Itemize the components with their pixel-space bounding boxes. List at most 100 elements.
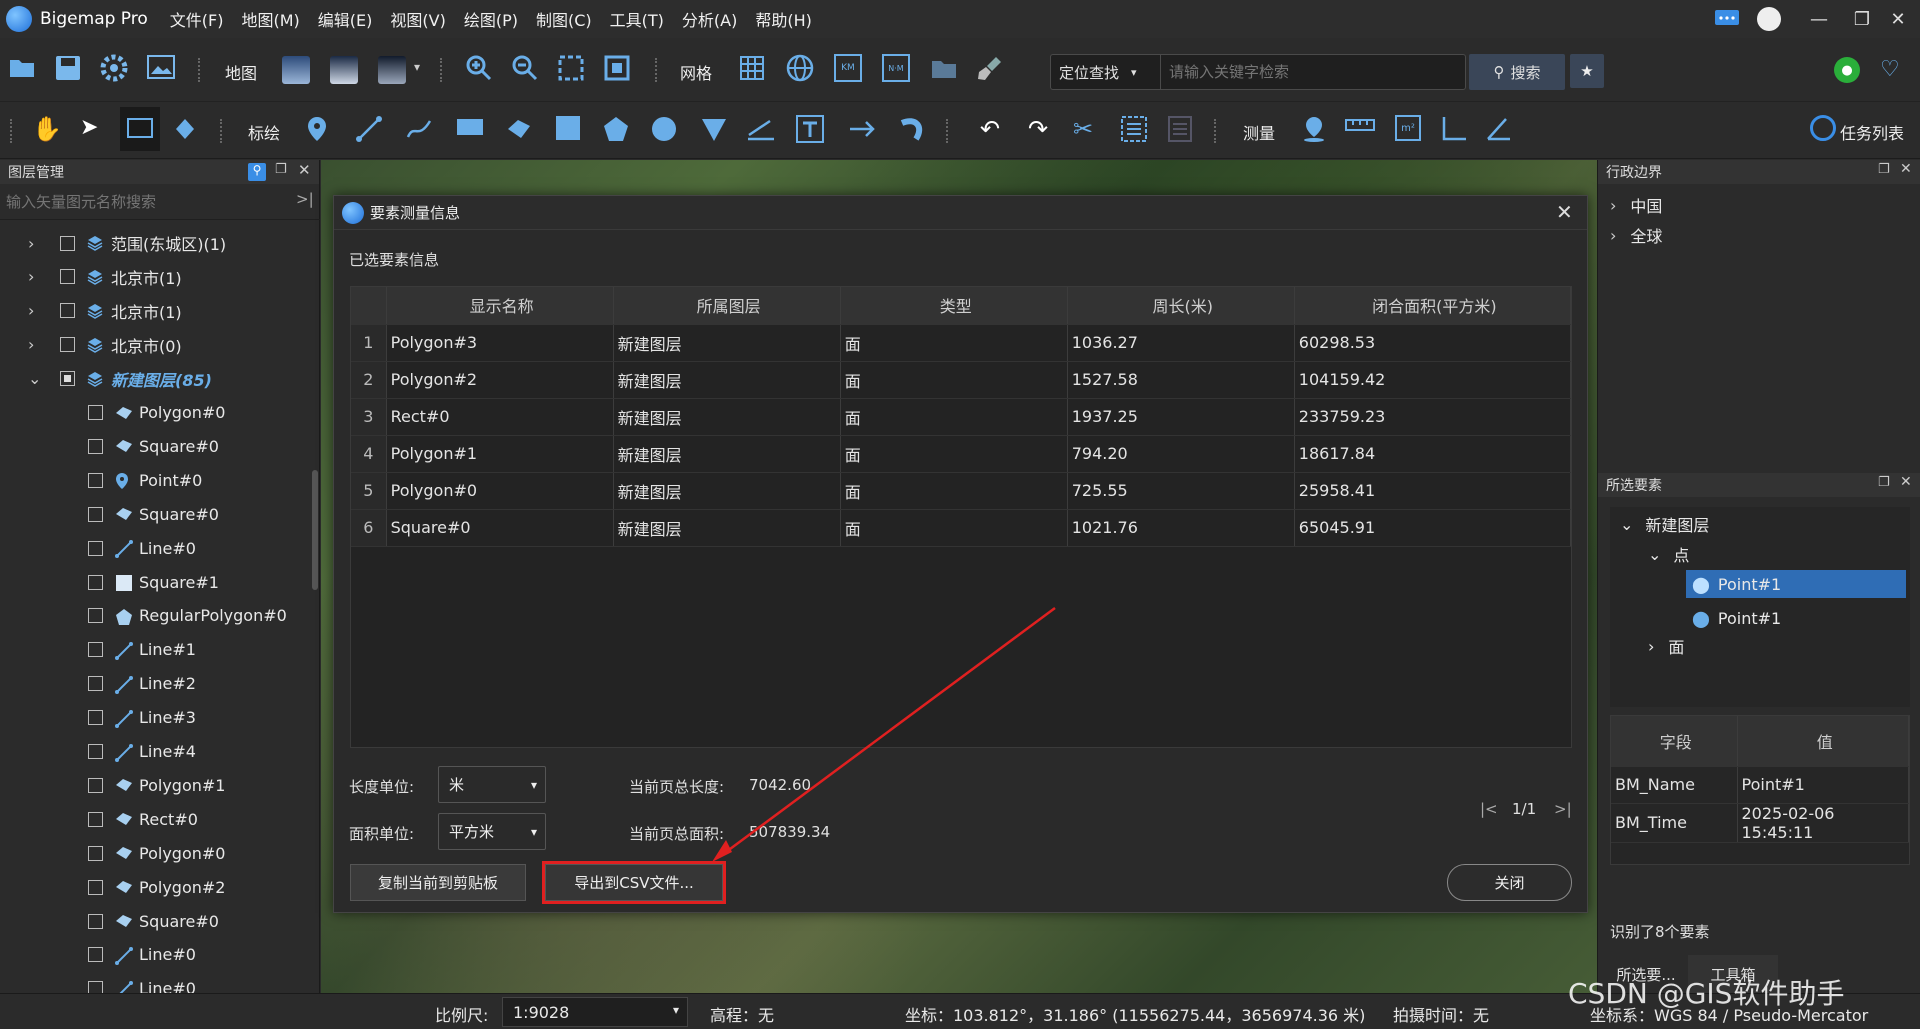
layer-item[interactable]: Line#3 bbox=[88, 701, 196, 735]
draw-polygon-icon[interactable] bbox=[505, 115, 533, 143]
draw-curve-icon[interactable] bbox=[405, 115, 433, 143]
table-row[interactable]: 5 Polygon#0 新建图层面 725.55 25958.41 bbox=[351, 472, 1572, 510]
menu-item-7[interactable]: 分析(A) bbox=[682, 7, 737, 31]
zoom-out-icon[interactable] bbox=[511, 54, 539, 82]
layer-item[interactable]: Line#4 bbox=[88, 735, 196, 769]
tree-point-group[interactable]: ⌄ 点 bbox=[1648, 537, 1689, 571]
layer-checkbox[interactable] bbox=[88, 811, 103, 827]
community-icon[interactable]: ♡ bbox=[1880, 57, 1900, 82]
tree-face-group[interactable]: › 面 bbox=[1648, 629, 1684, 663]
layer-checkbox[interactable] bbox=[88, 947, 103, 963]
layer-item[interactable]: Polygon#2 bbox=[88, 870, 225, 904]
attr-row[interactable]: BM_Time 2025-02-06 15:45:11 bbox=[1611, 803, 1909, 843]
close-icon[interactable]: ✕ bbox=[298, 161, 311, 179]
km-grid-icon[interactable]: KM bbox=[834, 54, 862, 82]
table-row[interactable]: 1 Polygon#3 新建图层面 1036.27 60298.53 bbox=[351, 324, 1572, 362]
scale-select[interactable]: 1:9028 ▾ bbox=[502, 997, 688, 1027]
layer-group[interactable]: › 北京市(1) bbox=[28, 260, 182, 294]
layer-item[interactable]: Square#0 bbox=[88, 429, 219, 463]
measure-point-icon[interactable] bbox=[1300, 115, 1328, 143]
night-map-icon[interactable] bbox=[378, 56, 406, 84]
prev-page-icon[interactable]: |< bbox=[1480, 800, 1498, 818]
close-icon[interactable]: ✕ bbox=[1900, 474, 1912, 490]
wechat-icon[interactable]: ● bbox=[1834, 57, 1860, 83]
length-unit-select[interactable]: 米 ▾ bbox=[438, 766, 546, 803]
menu-item-6[interactable]: 工具(T) bbox=[610, 7, 664, 31]
search-button[interactable]: ⚲ 搜索 bbox=[1469, 54, 1565, 90]
tree-point-item-selected[interactable]: ⬤ Point#1 bbox=[1686, 570, 1906, 598]
layer-checkbox[interactable] bbox=[60, 235, 75, 251]
redo-icon[interactable]: ↷ bbox=[1028, 115, 1048, 143]
layer-checkbox[interactable] bbox=[60, 337, 75, 353]
layer-checkbox[interactable] bbox=[88, 405, 103, 420]
layer-item[interactable]: Square#0 bbox=[88, 904, 219, 938]
task-list-icon[interactable] bbox=[1810, 115, 1836, 141]
layer-checkbox[interactable] bbox=[88, 506, 103, 522]
layer-item[interactable]: Rect#0 bbox=[88, 802, 198, 836]
layer-item[interactable]: Polygon#0 bbox=[88, 836, 225, 870]
menu-item-3[interactable]: 视图(V) bbox=[390, 7, 445, 31]
layer-checkbox[interactable] bbox=[88, 879, 103, 895]
draw-square-icon[interactable] bbox=[555, 115, 581, 141]
draw-arrow-icon[interactable] bbox=[848, 115, 878, 143]
layer-checkbox[interactable] bbox=[88, 777, 103, 793]
chevron-down-icon[interactable]: ▾ bbox=[414, 60, 420, 74]
close-window-icon[interactable]: ✕ bbox=[1876, 0, 1920, 38]
chevron-right-icon[interactable]: › bbox=[28, 301, 48, 320]
table-header-cell[interactable]: 所属图层 bbox=[613, 287, 841, 325]
measure-area-icon[interactable]: m² bbox=[1395, 115, 1421, 141]
full-extent-icon[interactable] bbox=[603, 54, 631, 82]
dialog-close-icon[interactable]: ✕ bbox=[1556, 200, 1573, 224]
chevron-down-icon[interactable]: ⌄ bbox=[28, 369, 48, 388]
layer-checkbox[interactable] bbox=[88, 438, 103, 454]
attribute-table-icon[interactable] bbox=[1120, 115, 1148, 143]
search-icon[interactable]: ⚲ bbox=[248, 163, 266, 181]
clear-brush-icon[interactable] bbox=[976, 54, 1004, 82]
draw-text-icon[interactable] bbox=[796, 115, 824, 143]
area-unit-select[interactable]: 平方米 ▾ bbox=[438, 813, 546, 850]
locate-dropdown[interactable]: 定位查找 ▾ bbox=[1051, 55, 1161, 89]
globe-grid-icon[interactable] bbox=[786, 54, 814, 82]
table-row[interactable]: 4 Polygon#1 新建图层面 794.20 18617.84 bbox=[351, 435, 1572, 473]
layer-group[interactable]: › 北京市(0) bbox=[28, 328, 182, 362]
table-header-cell[interactable]: 类型 bbox=[840, 287, 1068, 325]
layer-item[interactable]: Line#2 bbox=[88, 667, 196, 701]
feature-edit-icon[interactable] bbox=[172, 115, 198, 141]
float-panel-icon[interactable]: ❐ bbox=[1878, 475, 1890, 490]
pan-hand-icon[interactable]: ✋ bbox=[32, 115, 62, 143]
list-view-icon[interactable] bbox=[1166, 115, 1194, 143]
layer-item[interactable]: Line#0 bbox=[88, 531, 196, 565]
layer-item[interactable]: Polygon#0 bbox=[88, 396, 225, 430]
measure-azimuth-icon[interactable] bbox=[1484, 115, 1512, 143]
draw-sector-icon[interactable] bbox=[700, 115, 728, 143]
menu-item-5[interactable]: 制图(C) bbox=[536, 7, 592, 31]
table-header-cell[interactable]: 闭合面积(平方米) bbox=[1294, 287, 1572, 325]
user-avatar[interactable] bbox=[1747, 0, 1791, 38]
folder-grid-icon[interactable] bbox=[930, 54, 958, 82]
select-arrow-icon[interactable]: ➤ bbox=[80, 115, 98, 140]
chevron-right-icon[interactable]: › bbox=[28, 234, 48, 253]
layer-checkbox[interactable] bbox=[88, 710, 103, 726]
layer-checkbox[interactable] bbox=[88, 913, 103, 929]
layer-search-input[interactable] bbox=[6, 188, 286, 216]
cut-scissors-icon[interactable]: ✂ bbox=[1073, 115, 1093, 143]
pin-marker-icon[interactable] bbox=[305, 115, 329, 143]
draw-curved-arrow-icon[interactable] bbox=[898, 115, 926, 143]
chevron-right-icon[interactable]: › bbox=[28, 335, 48, 354]
layer-group[interactable]: ⌄ 新建图层(85) bbox=[28, 362, 212, 396]
layer-checkbox[interactable] bbox=[88, 676, 103, 692]
next-page-icon[interactable]: >| bbox=[1554, 800, 1572, 818]
layer-group[interactable]: › 范围(东城区)(1) bbox=[28, 226, 226, 260]
menu-item-0[interactable]: 文件(F) bbox=[170, 7, 224, 31]
draw-pentagon-icon[interactable] bbox=[602, 115, 630, 143]
open-folder-icon[interactable] bbox=[8, 54, 36, 80]
table-header-cell[interactable]: 周长(米) bbox=[1067, 287, 1295, 325]
measure-distance-icon[interactable] bbox=[1345, 115, 1375, 135]
admin-item-global[interactable]: › 全球 bbox=[1610, 218, 1662, 252]
message-icon[interactable] bbox=[1705, 0, 1749, 38]
copy-to-clipboard-button[interactable]: 复制当前到剪贴板 bbox=[350, 864, 526, 901]
tree-layer-node[interactable]: ⌄ 新建图层 bbox=[1620, 507, 1709, 541]
layer-checkbox[interactable] bbox=[60, 371, 75, 387]
attr-row[interactable]: BM_Name Point#1 bbox=[1611, 766, 1909, 804]
draw-circle-icon[interactable] bbox=[650, 115, 678, 143]
